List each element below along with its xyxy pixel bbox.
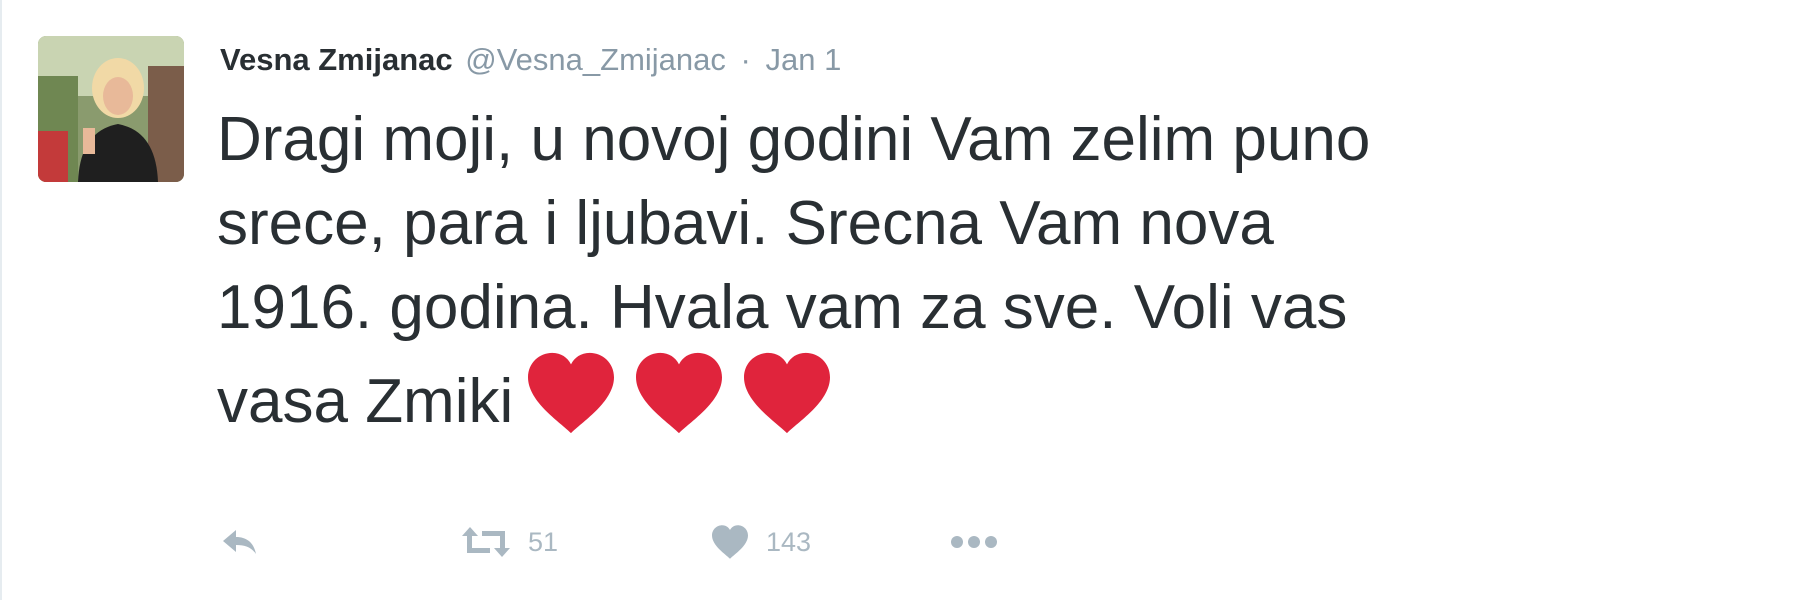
tweet-actions: 51 143 (220, 518, 998, 566)
retweet-icon (462, 527, 510, 557)
like-button[interactable]: 143 (710, 524, 950, 560)
retweet-count: 51 (528, 526, 559, 557)
reply-icon (223, 530, 256, 554)
heart-emojis (525, 350, 849, 458)
heart-emoji (744, 352, 831, 434)
heart-emoji (528, 352, 615, 434)
author-handle[interactable]: @Vesna_Zmijanac (465, 42, 726, 77)
avatar[interactable] (38, 36, 184, 182)
heart-icon (712, 525, 748, 559)
author-name[interactable]: Vesna Zmijanac (220, 42, 453, 77)
tweet-header: Vesna Zmijanac @Vesna_Zmijanac · Jan 1 (220, 38, 841, 82)
more-icon (951, 536, 997, 548)
heart-emoji (636, 352, 723, 434)
retweet-button[interactable]: 51 (460, 525, 710, 559)
header-separator: · (740, 42, 751, 77)
tweet-card: Vesna Zmijanac @Vesna_Zmijanac · Jan 1 D… (0, 0, 1796, 600)
tweet-timestamp[interactable]: Jan 1 (765, 42, 841, 77)
like-count: 143 (766, 526, 812, 557)
reply-button[interactable] (220, 526, 460, 558)
avatar-image (38, 36, 184, 182)
more-button[interactable] (950, 535, 998, 549)
tweet-text: Dragi moji, u novoj godini Vam zelim pun… (217, 98, 1757, 458)
